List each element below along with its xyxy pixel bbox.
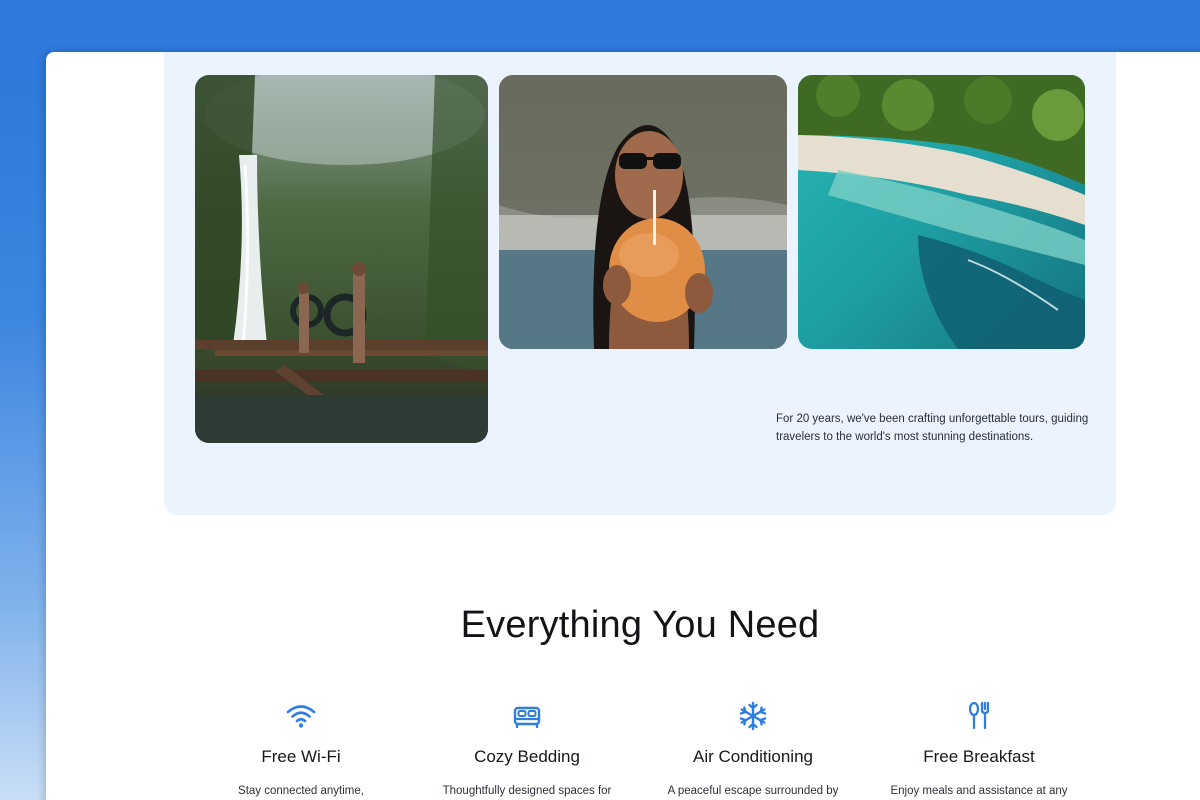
amenity-item: Cozy Bedding Thoughtfully designed space…	[412, 700, 642, 799]
amenity-desc: Enjoy meals and assistance at any	[890, 785, 1068, 797]
aerial-coast-photo	[798, 75, 1085, 349]
amenity-item: Free Wi-Fi Stay connected anytime,	[186, 700, 416, 799]
waterfall-photo	[195, 75, 488, 443]
hero-caption: For 20 years, we've been crafting unforg…	[776, 413, 1089, 443]
coconut-photo	[499, 75, 787, 349]
amenity-title: Free Wi-Fi	[261, 747, 341, 766]
snowflake-icon	[737, 700, 769, 732]
amenity-desc: Thoughtfully designed spaces for	[442, 785, 612, 797]
section-title: Everything You Need	[460, 604, 820, 646]
amenity-desc: Stay connected anytime,	[238, 785, 364, 797]
backdrop-band	[0, 0, 1200, 52]
bed-icon	[511, 700, 543, 732]
amenity-title: Free Breakfast	[923, 747, 1035, 766]
amenity-desc: A peaceful escape surrounded by	[667, 785, 839, 797]
amenity-title: Air Conditioning	[692, 747, 813, 766]
amenity-title: Cozy Bedding	[474, 747, 580, 766]
amenity-item: Free Breakfast Enjoy meals and assistanc…	[864, 700, 1094, 799]
amenity-item: Air Conditioning A peaceful escape surro…	[638, 700, 868, 799]
wifi-icon	[285, 700, 317, 732]
browser-window: For 20 years, we've been crafting unforg…	[46, 52, 1200, 800]
utensils-icon	[963, 700, 995, 732]
